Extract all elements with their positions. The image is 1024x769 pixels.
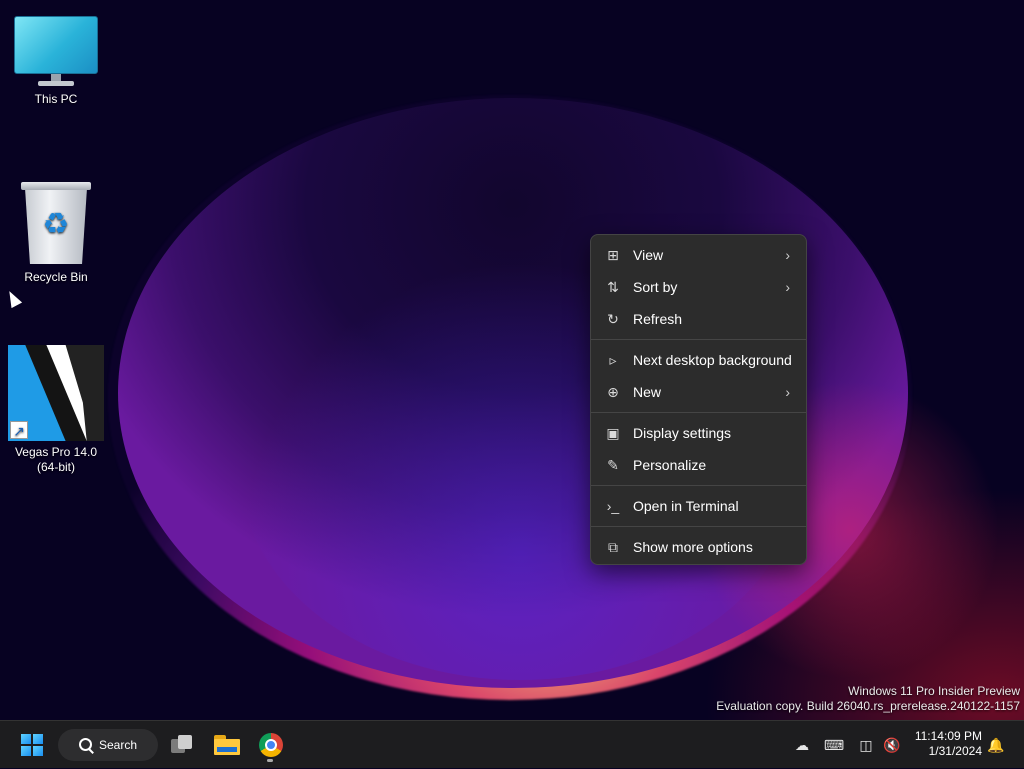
sort-icon: ⇅ xyxy=(607,279,619,295)
watermark-line-2: Evaluation copy. Build 26040.rs_prerelea… xyxy=(716,699,1020,713)
terminal-icon: ›_ xyxy=(606,498,620,514)
volume-muted-icon: 🔇 xyxy=(883,736,901,753)
menu-item-personalize[interactable]: ✎ Personalize xyxy=(591,449,806,481)
desktop-wallpaper[interactable] xyxy=(0,0,1024,720)
desktop-icon-label: Recycle Bin xyxy=(24,270,88,284)
network-icon: ◫ xyxy=(859,736,873,753)
menu-item-new[interactable]: ⊕ New › xyxy=(591,376,806,408)
system-clock[interactable]: 11:14:09 PM 1/31/2024 xyxy=(915,729,982,759)
next-background-icon: ▹ xyxy=(609,352,617,368)
volume-button[interactable]: 🔇 xyxy=(880,721,904,769)
desktop-icon-recycle-bin[interactable]: ♻ Recycle Bin xyxy=(8,180,104,285)
menu-item-view[interactable]: ⊞ View › xyxy=(591,239,806,271)
plus-circle-icon: ⊕ xyxy=(607,384,619,400)
menu-separator xyxy=(591,339,806,340)
menu-item-label: New xyxy=(633,384,662,400)
pen-icon: ✎ xyxy=(607,457,619,473)
onedrive-offline-icon: ☁ xyxy=(795,736,809,753)
watermark-line-1: Windows 11 Pro Insider Preview xyxy=(848,684,1020,698)
keyboard-icon: ⌨ xyxy=(823,736,845,753)
chevron-right-icon: › xyxy=(785,384,790,400)
running-indicator xyxy=(267,759,273,762)
search-icon xyxy=(78,738,93,752)
vegas-pro-icon: ↗ xyxy=(8,345,104,441)
menu-item-label: Open in Terminal xyxy=(633,498,739,514)
menu-item-label: View xyxy=(633,247,664,263)
menu-item-show-more-options[interactable]: ⧉ Show more options xyxy=(591,531,806,563)
network-button[interactable]: ◫ xyxy=(854,721,878,769)
this-pc-icon xyxy=(14,16,98,88)
file-explorer-button[interactable] xyxy=(206,725,248,765)
chrome-icon xyxy=(259,733,283,757)
menu-separator xyxy=(591,485,806,486)
task-view-button[interactable] xyxy=(162,725,202,765)
search-box[interactable]: Search xyxy=(58,729,158,761)
shortcut-arrow-icon: ↗ xyxy=(10,421,28,439)
menu-separator xyxy=(591,526,806,527)
keyboard-button[interactable]: ⌨ xyxy=(822,721,846,769)
start-icon xyxy=(21,734,43,756)
search-label: Search xyxy=(98,738,138,752)
clock-date: 1/31/2024 xyxy=(928,744,982,758)
evaluation-watermark: Windows 11 Pro Insider Preview Evaluatio… xyxy=(716,684,1020,714)
desktop-icon-label: This PC xyxy=(34,92,78,106)
chevron-right-icon: › xyxy=(785,279,790,295)
menu-item-label: Display settings xyxy=(633,425,732,441)
menu-item-label: Next desktop background xyxy=(633,352,792,368)
start-button[interactable] xyxy=(12,725,52,765)
refresh-icon: ↻ xyxy=(607,311,619,327)
menu-item-label: Refresh xyxy=(633,311,683,327)
display-settings-icon: ▣ xyxy=(606,425,620,441)
file-explorer-icon xyxy=(214,735,240,755)
menu-item-label: Show more options xyxy=(633,539,753,555)
desktop-context-menu: ⊞ View › ⇅ Sort by › ↻ Refresh ▹ Next de… xyxy=(590,234,807,565)
desktop-icon-this-pc[interactable]: This PC xyxy=(8,16,104,107)
menu-item-next-desktop-background[interactable]: ▹ Next desktop background xyxy=(591,344,806,376)
recycle-bin-icon: ♻ xyxy=(21,180,91,266)
notifications-button[interactable]: 🔔 xyxy=(984,721,1008,769)
menu-separator xyxy=(591,412,806,413)
menu-item-display-settings[interactable]: ▣ Display settings xyxy=(591,417,806,449)
more-options-icon: ⧉ xyxy=(608,539,618,555)
grid-icon: ⊞ xyxy=(607,247,619,263)
desktop-icon-vegas-pro[interactable]: ↗ Vegas Pro 14.0 (64-bit) xyxy=(8,345,104,475)
chevron-right-icon: › xyxy=(785,247,790,263)
menu-item-label: Personalize xyxy=(633,457,707,473)
clock-time: 11:14:09 PM xyxy=(914,729,982,743)
bell-icon: 🔔 xyxy=(987,736,1005,753)
desktop-icon-label: Vegas Pro 14.0 (64-bit) xyxy=(14,445,98,474)
taskbar: Search ☁ ⌨ ◫ 🔇 11:14:09 PM 1/31/2024 🔔 xyxy=(0,720,1024,768)
menu-item-sort-by[interactable]: ⇅ Sort by › xyxy=(591,271,806,303)
menu-item-label: Sort by xyxy=(633,279,678,295)
task-view-icon xyxy=(171,735,193,755)
menu-item-refresh[interactable]: ↻ Refresh xyxy=(591,303,806,335)
onedrive-offline-button[interactable]: ☁ xyxy=(790,721,814,769)
menu-item-open-in-terminal[interactable]: ›_ Open in Terminal xyxy=(591,490,806,522)
